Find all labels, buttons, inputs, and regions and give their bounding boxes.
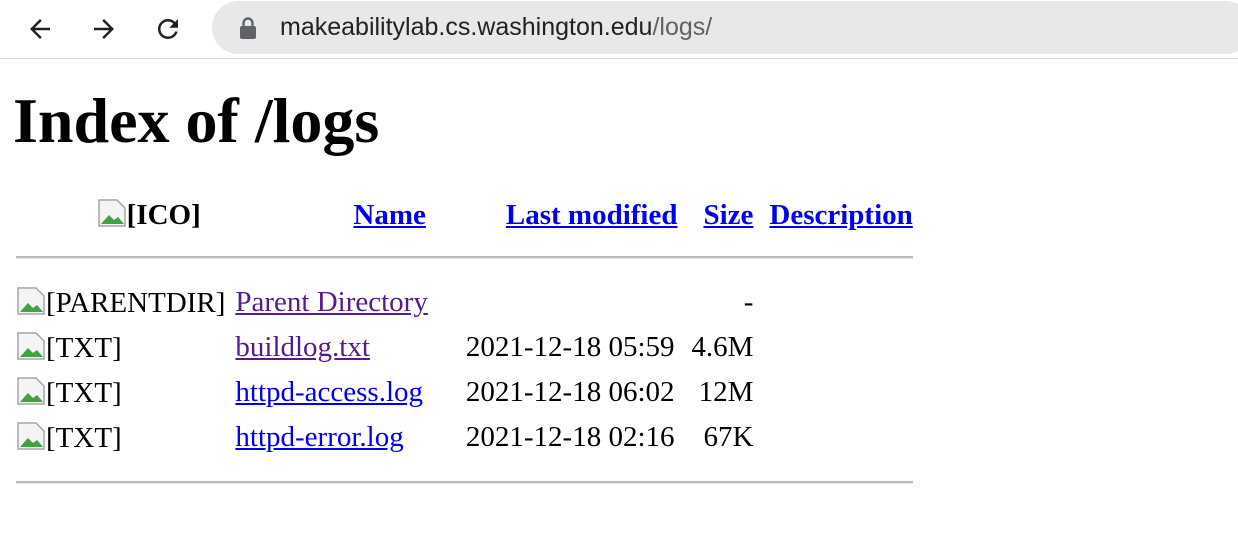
row-icon-alt: [PARENTDIR]	[46, 286, 226, 319]
arrow-right-icon	[94, 19, 114, 39]
row-size: -	[743, 286, 754, 318]
row-icon-alt: [TXT]	[46, 331, 122, 364]
row-icon-cell: [TXT]	[16, 325, 233, 370]
lock-icon[interactable]	[238, 16, 258, 40]
back-button[interactable]	[20, 9, 60, 49]
broken-image-icon	[97, 198, 127, 227]
folder-icon	[16, 286, 46, 315]
file-listing-table: [ICO] Name Last modified Size Descriptio…	[16, 195, 913, 505]
row-description	[753, 280, 912, 325]
parent-directory-link[interactable]: Parent Directory	[235, 286, 427, 318]
table-row: [PARENTDIR] Parent Directory -	[16, 280, 913, 325]
file-link-httpd-access[interactable]: httpd-access.log	[235, 376, 423, 408]
footer-divider-row	[16, 460, 913, 505]
file-link-httpd-error[interactable]: httpd-error.log	[235, 421, 403, 453]
sort-by-last-modified-link[interactable]: Last modified	[506, 199, 678, 231]
row-size: 12M	[698, 376, 754, 408]
row-description	[753, 370, 912, 415]
forward-button[interactable]	[84, 9, 124, 49]
text-file-icon	[16, 376, 46, 405]
divider	[16, 256, 913, 259]
row-date: 2021-12-18 02:16	[465, 421, 675, 453]
row-description	[753, 415, 912, 460]
row-icon-cell: [TXT]	[16, 415, 233, 460]
header-icon-label: [ICO]	[126, 199, 201, 231]
row-date: 2021-12-18 06:02	[465, 376, 675, 408]
row-icon-cell: [TXT]	[16, 370, 233, 415]
row-date: 2021-12-18 05:59	[465, 331, 675, 363]
table-row: [TXT] httpd-error.log 2021-12-18 02:16 6…	[16, 415, 913, 460]
sort-by-description-link[interactable]: Description	[769, 199, 912, 231]
row-size: 4.6M	[691, 331, 754, 363]
sort-by-size-link[interactable]: Size	[703, 199, 753, 231]
page-title: Index of /logs	[13, 85, 380, 156]
row-date	[466, 280, 686, 325]
row-size: 67K	[703, 421, 754, 453]
sort-by-name-link[interactable]: Name	[353, 199, 425, 231]
url-text[interactable]: makeabilitylab.cs.washington.edu/logs/	[280, 13, 712, 42]
address-bar[interactable]: makeabilitylab.cs.washington.edu/logs/	[212, 1, 1238, 54]
browser-toolbar: makeabilitylab.cs.washington.edu/logs/	[0, 0, 1238, 59]
url-host: makeabilitylab.cs.washington.edu	[280, 13, 653, 41]
divider	[16, 481, 913, 484]
row-description	[753, 325, 912, 370]
row-icon-cell: [PARENTDIR]	[16, 280, 233, 325]
reload-icon	[157, 18, 178, 39]
header-divider-row	[16, 235, 913, 280]
row-icon-alt: [TXT]	[46, 376, 122, 409]
text-file-icon	[16, 421, 46, 450]
table-header-row: [ICO] Name Last modified Size Descriptio…	[16, 195, 913, 235]
file-link-buildlog[interactable]: buildlog.txt	[235, 331, 370, 363]
url-path: /logs/	[652, 13, 713, 41]
table-row: [TXT] buildlog.txt 2021-12-18 05:59 4.6M	[16, 325, 913, 370]
arrow-left-icon	[30, 19, 50, 39]
row-icon-alt: [TXT]	[46, 421, 122, 454]
reload-button[interactable]	[148, 9, 188, 49]
header-icon-col: [ICO]	[16, 195, 233, 235]
page-content: Index of /logs [ICO] Name Last modified …	[0, 85, 1238, 505]
table-row: [TXT] httpd-access.log 2021-12-18 06:02 …	[16, 370, 913, 415]
text-file-icon	[16, 331, 46, 360]
